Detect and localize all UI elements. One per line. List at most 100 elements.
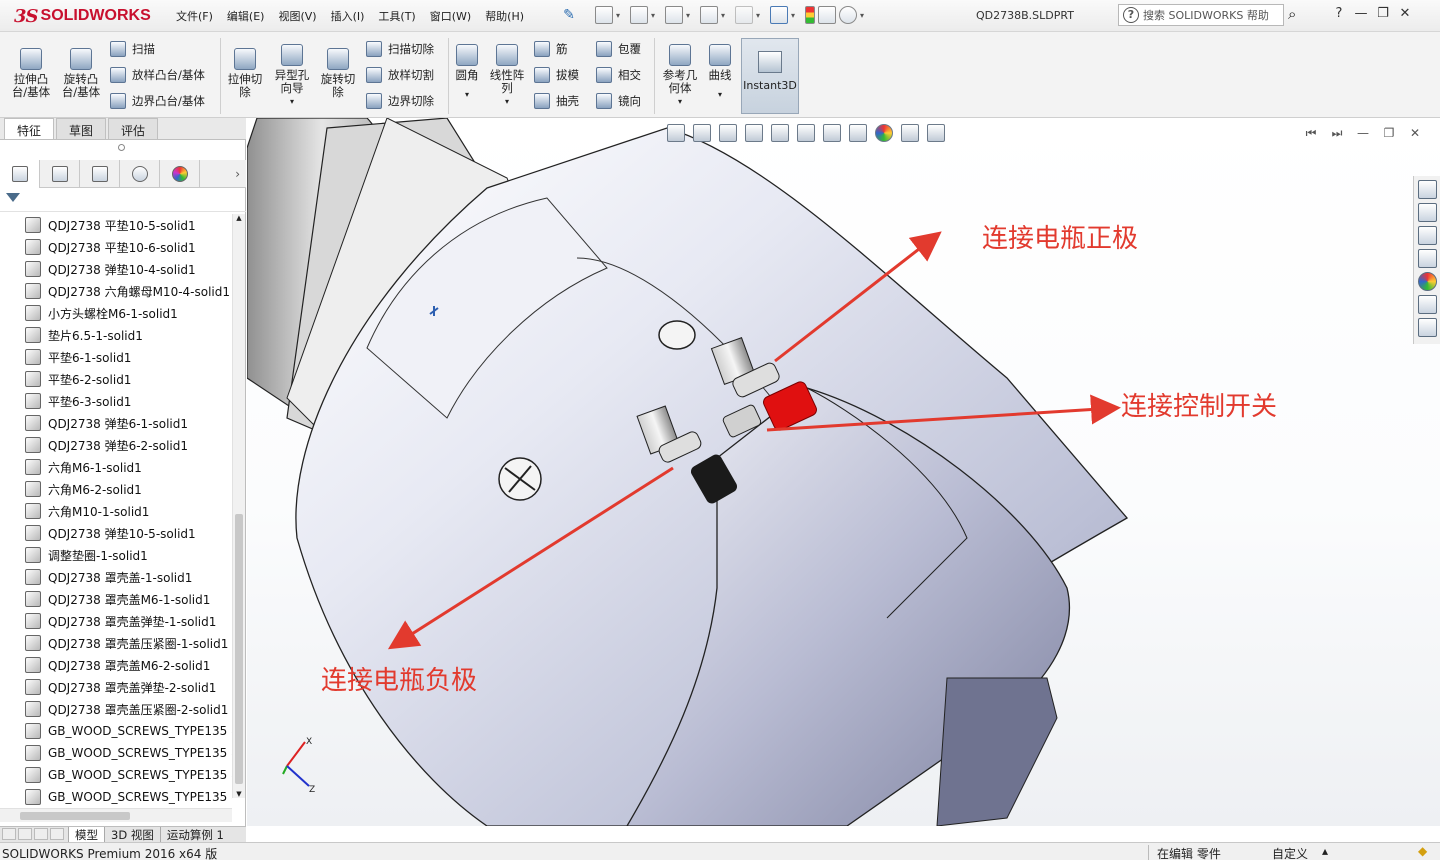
- wrap-button[interactable]: 包覆: [596, 41, 641, 57]
- tree-item[interactable]: QDJ2738 弹垫10-4-solid1: [0, 258, 232, 280]
- menu-window[interactable]: 窗口(W): [430, 8, 471, 24]
- tree-item[interactable]: 平垫6-2-solid1: [0, 368, 232, 390]
- tab-evaluate[interactable]: 评估: [108, 118, 159, 139]
- solidworks-logo[interactable]: 3S SOLIDWORKS: [14, 4, 151, 28]
- tree-item[interactable]: 调整垫圈-1-solid1: [0, 544, 232, 566]
- tree-item[interactable]: QDJ2738 罩壳盖压紧圈-1-solid1: [0, 632, 232, 654]
- chevron-down-icon[interactable]: ▾: [791, 11, 799, 20]
- display-manager-tab[interactable]: [160, 160, 200, 188]
- tree-item[interactable]: QDJ2738 弹垫10-5-solid1: [0, 522, 232, 544]
- configuration-manager-tab[interactable]: [80, 160, 120, 188]
- scroll-down-arrow-icon[interactable]: ▼: [233, 790, 245, 798]
- tree-item[interactable]: GB_WOOD_SCREWS_TYPE135 8: [0, 764, 232, 786]
- tree-item[interactable]: QDJ2738 罩壳盖-1-solid1: [0, 566, 232, 588]
- revolve-boss-button[interactable]: 旋转凸 台/基体: [58, 48, 104, 99]
- menu-tools[interactable]: 工具(T): [378, 8, 415, 24]
- curves-button[interactable]: 曲线 ▾: [704, 44, 736, 101]
- display-style-icon[interactable]: [823, 124, 841, 142]
- tree-item[interactable]: 小方头螺栓M6-1-solid1: [0, 302, 232, 324]
- pin-icon[interactable]: ✎: [560, 6, 578, 24]
- tree-item[interactable]: 六角M6-2-solid1: [0, 478, 232, 500]
- chevron-down-icon[interactable]: ▾: [718, 88, 722, 101]
- next-tab-icon[interactable]: [34, 827, 48, 840]
- menu-view[interactable]: 视图(V): [278, 8, 316, 24]
- undo-icon[interactable]: [735, 6, 753, 24]
- reference-geometry-button[interactable]: 参考几 何体 ▾: [658, 44, 702, 108]
- rib-button[interactable]: 筋: [534, 41, 568, 57]
- chevron-down-icon[interactable]: ▾: [678, 95, 682, 108]
- help-button[interactable]: ?: [1328, 6, 1350, 21]
- viewport-close-icon[interactable]: ✕: [1402, 126, 1428, 141]
- rebuild-traffic-light-icon[interactable]: [805, 6, 815, 24]
- tree-item[interactable]: 平垫6-3-solid1: [0, 390, 232, 412]
- fillet-button[interactable]: 圆角 ▾: [452, 44, 482, 101]
- menu-edit[interactable]: 编辑(E): [227, 8, 265, 24]
- select-cursor-icon[interactable]: [770, 6, 788, 24]
- tree-item[interactable]: QDJ2738 罩壳盖M6-1-solid1: [0, 588, 232, 610]
- tree-vertical-scrollbar[interactable]: ▲ ▼: [232, 214, 245, 798]
- tree-item[interactable]: QDJ2738 平垫10-5-solid1: [0, 214, 232, 236]
- chevron-down-icon[interactable]: ▾: [756, 11, 764, 20]
- loft-button[interactable]: 放样凸台/基体: [110, 67, 205, 83]
- menu-help[interactable]: 帮助(H): [485, 8, 524, 24]
- design-library-icon[interactable]: [1418, 203, 1437, 222]
- hole-wizard-button[interactable]: 异型孔 向导 ▾: [270, 44, 314, 108]
- chevron-down-icon[interactable]: ▾: [651, 11, 659, 20]
- filter-funnel-icon[interactable]: [6, 193, 20, 202]
- tree-item[interactable]: QDJ2738 弹垫6-1-solid1: [0, 412, 232, 434]
- new-document-icon[interactable]: [595, 6, 613, 24]
- tree-item[interactable]: 六角M6-1-solid1: [0, 456, 232, 478]
- menu-insert[interactable]: 插入(I): [331, 8, 365, 24]
- tree-item[interactable]: GB_WOOD_SCREWS_TYPE135 8: [0, 742, 232, 764]
- zoom-to-fit-icon[interactable]: [667, 124, 685, 142]
- feature-manager-tab[interactable]: [0, 160, 40, 188]
- swept-cut-button[interactable]: 扫描切除: [366, 41, 434, 57]
- tree-item[interactable]: 垫片6.5-1-solid1: [0, 324, 232, 346]
- help-search-input[interactable]: ? 搜索 SOLIDWORKS 帮助: [1118, 4, 1284, 26]
- tab-3d-view[interactable]: 3D 视图: [104, 826, 160, 843]
- edit-appearance-icon[interactable]: [875, 124, 893, 142]
- restore-button[interactable]: ❐: [1372, 6, 1394, 21]
- tab-motion-study[interactable]: 运动算例 1: [159, 826, 230, 843]
- apply-scene-icon[interactable]: [901, 124, 919, 142]
- panel-splitter-handle[interactable]: [118, 144, 125, 151]
- dynamic-annotation-icon[interactable]: [771, 124, 789, 142]
- scroll-up-arrow-icon[interactable]: ▲: [233, 214, 245, 222]
- extrude-cut-button[interactable]: 拉伸切 除: [224, 48, 266, 99]
- custom-properties-icon[interactable]: [1418, 295, 1437, 314]
- boundary-cut-button[interactable]: 边界切除: [366, 93, 434, 109]
- graphics-area[interactable]: X Z ⏮ ⏭ — ❐ ✕ 连接电瓶正极 连接控制开关 连接电瓶负极: [247, 118, 1440, 826]
- scrollbar-thumb[interactable]: [235, 514, 243, 784]
- zoom-to-area-icon[interactable]: [693, 124, 711, 142]
- draft-button[interactable]: 拔模: [534, 67, 579, 83]
- print-icon[interactable]: [700, 6, 718, 24]
- scrollbar-thumb[interactable]: [20, 812, 130, 820]
- tree-item[interactable]: GB_WOOD_SCREWS_TYPE135 8: [0, 786, 232, 808]
- tree-horizontal-scrollbar[interactable]: [0, 808, 232, 822]
- file-properties-icon[interactable]: [818, 6, 836, 24]
- linear-pattern-button[interactable]: 线性阵 列 ▾: [486, 44, 528, 108]
- chevron-right-icon[interactable]: ›: [200, 160, 246, 187]
- appearances-icon[interactable]: [1418, 272, 1437, 291]
- close-button[interactable]: ✕: [1394, 6, 1416, 21]
- mirror-button[interactable]: 镜向: [596, 93, 641, 109]
- tab-sketch[interactable]: 草图: [56, 118, 107, 139]
- tree-item[interactable]: QDJ2738 弹垫6-2-solid1: [0, 434, 232, 456]
- tree-item[interactable]: QDJ2738 罩壳盖弹垫-1-solid1: [0, 610, 232, 632]
- intersect-button[interactable]: 相交: [596, 67, 641, 83]
- tree-item[interactable]: QDJ2738 平垫10-6-solid1: [0, 236, 232, 258]
- extrude-boss-button[interactable]: 拉伸凸 台/基体: [8, 48, 54, 99]
- lofted-cut-button[interactable]: 放样切割: [366, 67, 434, 83]
- forum-chat-icon[interactable]: [1418, 318, 1437, 337]
- view-orientation-icon[interactable]: [797, 124, 815, 142]
- previous-view-icon[interactable]: [719, 124, 737, 142]
- tree-item[interactable]: QDJ2738 罩壳盖M6-2-solid1: [0, 654, 232, 676]
- view-settings-icon[interactable]: [927, 124, 945, 142]
- open-folder-icon[interactable]: [630, 6, 648, 24]
- tree-item[interactable]: GB_WOOD_SCREWS_TYPE135 8: [0, 720, 232, 742]
- motor-model[interactable]: X Z: [247, 118, 1440, 826]
- save-icon[interactable]: [665, 6, 683, 24]
- previous-tab-icon[interactable]: [18, 827, 32, 840]
- tab-navigation-arrows[interactable]: [0, 827, 68, 842]
- viewport-next-icon[interactable]: ⏭: [1324, 126, 1350, 141]
